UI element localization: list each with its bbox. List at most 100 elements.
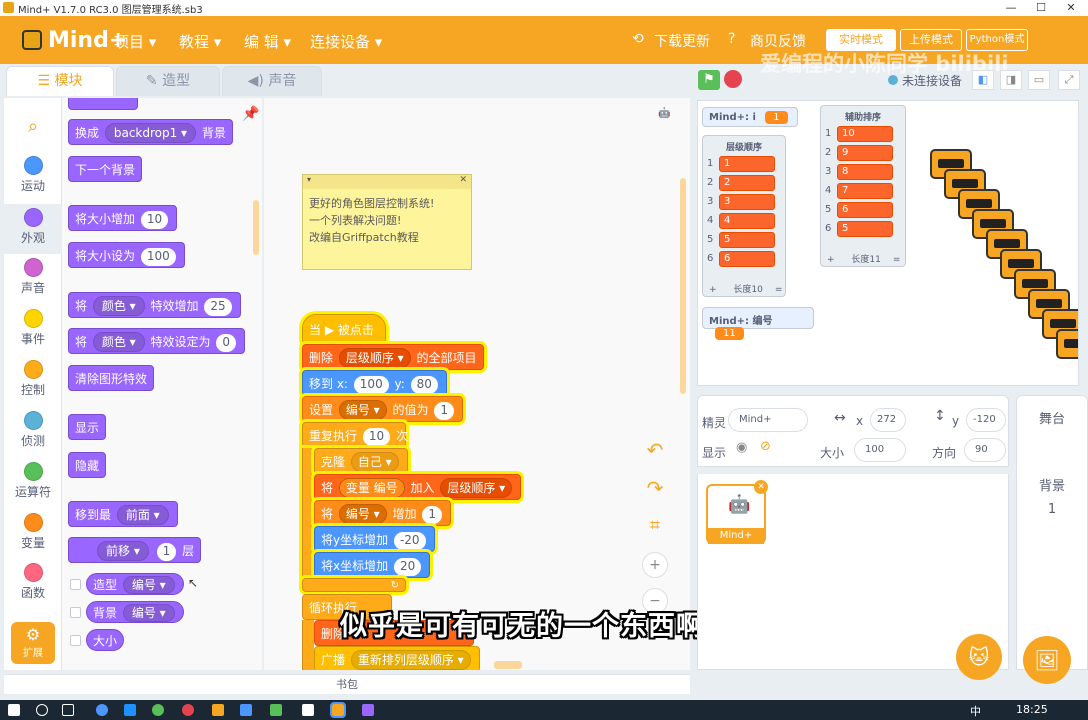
- fullscreen-icon[interactable]: ⤢: [1058, 70, 1080, 90]
- backpack-bar[interactable]: 书包: [4, 674, 690, 694]
- start-icon[interactable]: [8, 704, 20, 716]
- backdrop-checkbox[interactable]: [70, 607, 81, 618]
- maximize-icon[interactable]: ☐: [1026, 0, 1056, 16]
- hide-invisible-icon[interactable]: ⊘: [760, 439, 771, 454]
- taskbar-wechat-icon[interactable]: [152, 704, 164, 716]
- script-workspace[interactable]: 🤖 ▾ ✕ 更好的角色图层控制系统! 一个列表解决问题! 改编自Griffpat…: [264, 98, 690, 670]
- block-set-variable[interactable]: 设置 编号 ▾ 的值为 1: [302, 396, 463, 422]
- tab-sounds[interactable]: ◀) 声音: [222, 66, 322, 96]
- block-hide[interactable]: 隐藏: [68, 452, 107, 478]
- close-icon[interactable]: ✕: [1056, 0, 1086, 16]
- list-item[interactable]: 1: [719, 156, 775, 172]
- change-effect-input[interactable]: 25: [204, 298, 232, 316]
- change-x-input[interactable]: 20: [393, 558, 422, 576]
- block-change-x[interactable]: 将x坐标增加 20: [314, 552, 431, 578]
- block-delete-all-of-list[interactable]: 删除 层级顺序 ▾ 的全部项目: [302, 344, 484, 370]
- list-item[interactable]: 6: [837, 202, 893, 218]
- stage-panel[interactable]: 舞台 背景 1 🖼: [1016, 395, 1088, 684]
- block-move-layer[interactable]: 前移 ▾ 1 层: [68, 537, 202, 563]
- costume-checkbox[interactable]: [70, 579, 81, 590]
- sprite-x-input[interactable]: 272: [870, 408, 906, 432]
- large-stage-icon[interactable]: ▭: [1028, 70, 1050, 90]
- add-list-dropdown[interactable]: 层级顺序 ▾: [440, 478, 513, 498]
- monitor-var-number[interactable]: Mind+: 编号 11: [702, 307, 814, 340]
- category-looks[interactable]: 外观: [4, 204, 62, 254]
- block-change-effect[interactable]: 将 颜色 ▾ 特效增加 25: [68, 292, 241, 318]
- block-repeat[interactable]: 重复执行 10 次: [302, 422, 408, 448]
- block-costume-reporter[interactable]: 造型 编号 ▾: [86, 573, 184, 595]
- comment-note[interactable]: ▾ ✕ 更好的角色图层控制系统! 一个列表解决问题! 改编自Griffpatch…: [302, 174, 472, 270]
- list-dropdown[interactable]: 层级顺序 ▾: [338, 348, 411, 368]
- block-partial-top[interactable]: [68, 98, 138, 110]
- move-layer-dropdown[interactable]: 前移 ▾: [97, 541, 149, 561]
- taskbar-app-6-icon[interactable]: [362, 704, 374, 716]
- green-flag-icon[interactable]: ⚑: [698, 70, 720, 90]
- size-checkbox[interactable]: [70, 635, 81, 646]
- minimize-icon[interactable]: —: [996, 0, 1026, 16]
- block-switch-backdrop[interactable]: 换成 backdrop1 ▾ 背景: [68, 119, 233, 145]
- category-sound[interactable]: 声音: [4, 258, 62, 296]
- ime-indicator[interactable]: 中: [970, 703, 981, 719]
- add-sprite-icon[interactable]: 🐱: [956, 634, 1002, 680]
- list-item[interactable]: 2: [719, 175, 775, 191]
- taskbar-chrome-icon[interactable]: [182, 704, 194, 716]
- taskbar-mindplus-icon[interactable]: [330, 702, 346, 718]
- list-item[interactable]: 8: [837, 164, 893, 180]
- list-item[interactable]: 4: [719, 213, 775, 229]
- small-stage-icon[interactable]: ◧: [972, 70, 994, 90]
- clone-dropdown[interactable]: 自己 ▾: [350, 452, 399, 472]
- category-motion[interactable]: 运动: [4, 156, 62, 194]
- block-when-flag-clicked[interactable]: 当 ▶ 被点击: [302, 314, 386, 344]
- monitor-list-sort[interactable]: 辅助排序 1 10 2 9 3 8 4 7 5 6 6 5 + 长度11 =: [820, 105, 906, 267]
- search-icon[interactable]: ⌕: [4, 116, 62, 137]
- goto-y-input[interactable]: 80: [410, 376, 438, 394]
- block-set-effect[interactable]: 将 颜色 ▾ 特效设定为 0: [68, 328, 245, 354]
- category-functions[interactable]: 函数: [4, 563, 62, 601]
- add-var-reporter[interactable]: 变量 编号: [338, 478, 405, 498]
- taskbar-app-5-icon[interactable]: [302, 704, 314, 716]
- list-item[interactable]: 5: [837, 221, 893, 237]
- sprite-name-input[interactable]: Mind+: [728, 408, 808, 432]
- show-visible-icon[interactable]: ◉: [736, 440, 747, 455]
- sprite-direction-input[interactable]: 90: [964, 438, 1006, 462]
- set-effect-input[interactable]: 0: [216, 334, 236, 352]
- category-control[interactable]: 控制: [4, 360, 62, 398]
- block-goto-layer[interactable]: 移到最 前面 ▾: [68, 501, 178, 527]
- pin-icon[interactable]: 📌: [242, 106, 259, 122]
- effect-dropdown-2[interactable]: 颜色 ▾: [92, 332, 145, 352]
- backdrop-dropdown[interactable]: backdrop1 ▾: [104, 123, 197, 143]
- redo-icon[interactable]: ↷: [642, 476, 668, 502]
- block-change-variable[interactable]: 将 编号 ▾ 增加 1: [314, 500, 451, 526]
- menu-tutorial[interactable]: 教程 ▾: [179, 31, 221, 52]
- menu-edit[interactable]: 编 辑 ▾: [244, 31, 291, 52]
- effect-dropdown[interactable]: 颜色 ▾: [92, 296, 145, 316]
- undo-icon[interactable]: ↶: [642, 438, 668, 464]
- task-view-icon[interactable]: [62, 704, 74, 716]
- tab-costumes[interactable]: ✎ 造型: [116, 66, 220, 96]
- block-set-size[interactable]: 将大小设为 100: [68, 242, 185, 268]
- palette-scrollbar[interactable]: [253, 200, 259, 255]
- crop-icon[interactable]: ⌗: [642, 514, 668, 540]
- monitor-var-i[interactable]: Mind+: i 1: [702, 107, 798, 127]
- block-show[interactable]: 显示: [68, 414, 107, 440]
- stop-icon[interactable]: [724, 70, 742, 88]
- menu-project[interactable]: 项目 ▾: [114, 31, 156, 52]
- taskbar-folder-icon[interactable]: [212, 704, 224, 716]
- set-size-input[interactable]: 100: [140, 248, 176, 266]
- costume-reporter-dropdown[interactable]: 编号 ▾: [122, 576, 175, 594]
- block-next-backdrop[interactable]: 下一个背景: [68, 156, 143, 182]
- delete-sprite-icon[interactable]: ✕: [754, 480, 768, 494]
- workspace-v-scrollbar[interactable]: [680, 178, 686, 394]
- sprite-thumbnail[interactable]: ✕ 🤖 Mind+: [706, 480, 768, 544]
- tab-blocks[interactable]: ☰ 模块: [6, 66, 114, 96]
- category-variables[interactable]: 变量: [4, 513, 62, 551]
- block-clear-effects[interactable]: 清除图形特效: [68, 365, 155, 391]
- taskbar-app-1-icon[interactable]: [96, 704, 108, 716]
- sprite-y-input[interactable]: -120: [966, 408, 1006, 432]
- block-goto-xy[interactable]: 移到 x: 100 y: 80: [302, 370, 447, 396]
- move-layer-input[interactable]: 1: [156, 543, 177, 561]
- change-size-input[interactable]: 10: [140, 211, 169, 229]
- workspace-h-scrollbar[interactable]: [494, 661, 522, 669]
- add-backdrop-icon[interactable]: 🖼: [1023, 636, 1071, 684]
- repeat-count-input[interactable]: 10: [362, 428, 391, 446]
